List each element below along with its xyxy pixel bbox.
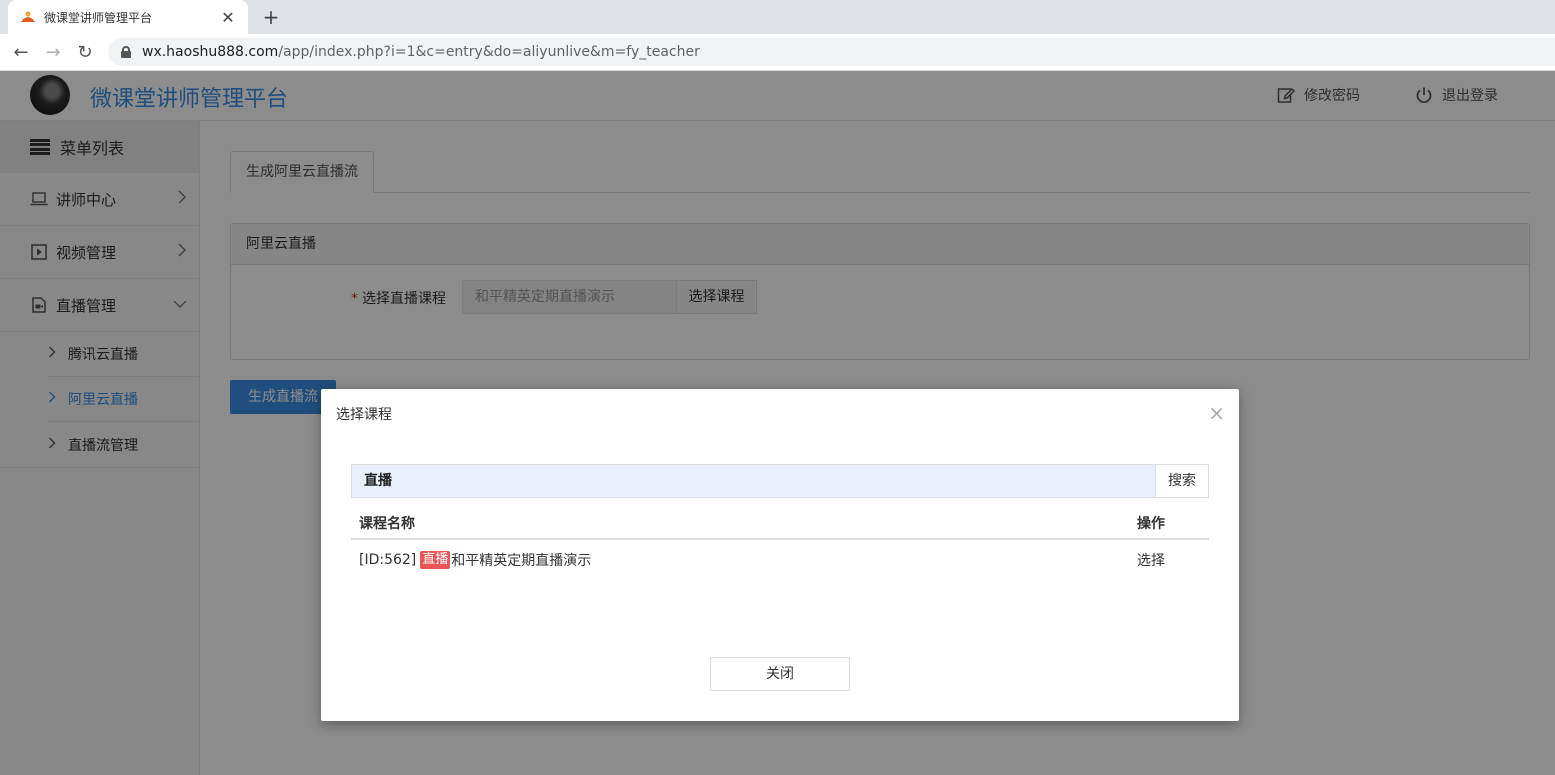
search-button[interactable]: 搜索 xyxy=(1155,464,1209,498)
live-badge: 直播 xyxy=(420,551,451,569)
lock-icon xyxy=(120,46,132,58)
browser-toolbar: ← → ↻ wx.haoshu888.com /app/index.php?i=… xyxy=(0,34,1555,71)
table-header: 课程名称 操作 xyxy=(351,504,1209,540)
column-header-action: 操作 xyxy=(1137,516,1165,532)
column-header-name: 课程名称 xyxy=(359,516,415,532)
back-icon[interactable]: ← xyxy=(8,40,34,66)
course-name-cell: [ID:562] 直播 和平精英定期直播演示 xyxy=(359,550,591,570)
course-search-input[interactable]: 直播 xyxy=(351,464,1156,498)
browser-tab-title: 微课堂讲师管理平台 xyxy=(44,10,153,25)
close-modal-button[interactable]: 关闭 xyxy=(710,657,850,691)
select-course-link[interactable]: 选择 xyxy=(1137,550,1165,570)
browser-tab-bar: 微课堂讲师管理平台 ✕ + xyxy=(0,0,1555,34)
course-name: 和平精英定期直播演示 xyxy=(451,553,592,569)
browser-tab[interactable]: 微课堂讲师管理平台 ✕ xyxy=(8,0,248,34)
table-row: [ID:562] 直播 和平精英定期直播演示 选择 xyxy=(351,540,1209,576)
site-favicon-icon xyxy=(20,9,36,25)
url-host: wx.haoshu888.com xyxy=(142,44,279,60)
new-tab-icon[interactable]: + xyxy=(258,4,284,30)
close-icon[interactable]: × xyxy=(1208,403,1225,423)
course-table: 课程名称 操作 [ID:562] 直播 和平精英定期直播演示 选择 xyxy=(351,504,1209,576)
address-bar[interactable]: wx.haoshu888.com /app/index.php?i=1&c=en… xyxy=(108,38,1555,66)
modal-title: 选择课程 xyxy=(336,407,392,423)
forward-icon[interactable]: → xyxy=(40,40,66,66)
url-path: /app/index.php?i=1&c=entry&do=aliyunlive… xyxy=(278,44,700,60)
course-id: [ID:562] xyxy=(359,552,417,568)
close-tab-icon[interactable]: ✕ xyxy=(220,8,236,27)
select-course-modal: 选择课程 × 直播 搜索 课程名称 操作 [ID:562] 直播 和平精英定期直… xyxy=(321,389,1239,721)
reload-icon[interactable]: ↻ xyxy=(72,40,98,66)
